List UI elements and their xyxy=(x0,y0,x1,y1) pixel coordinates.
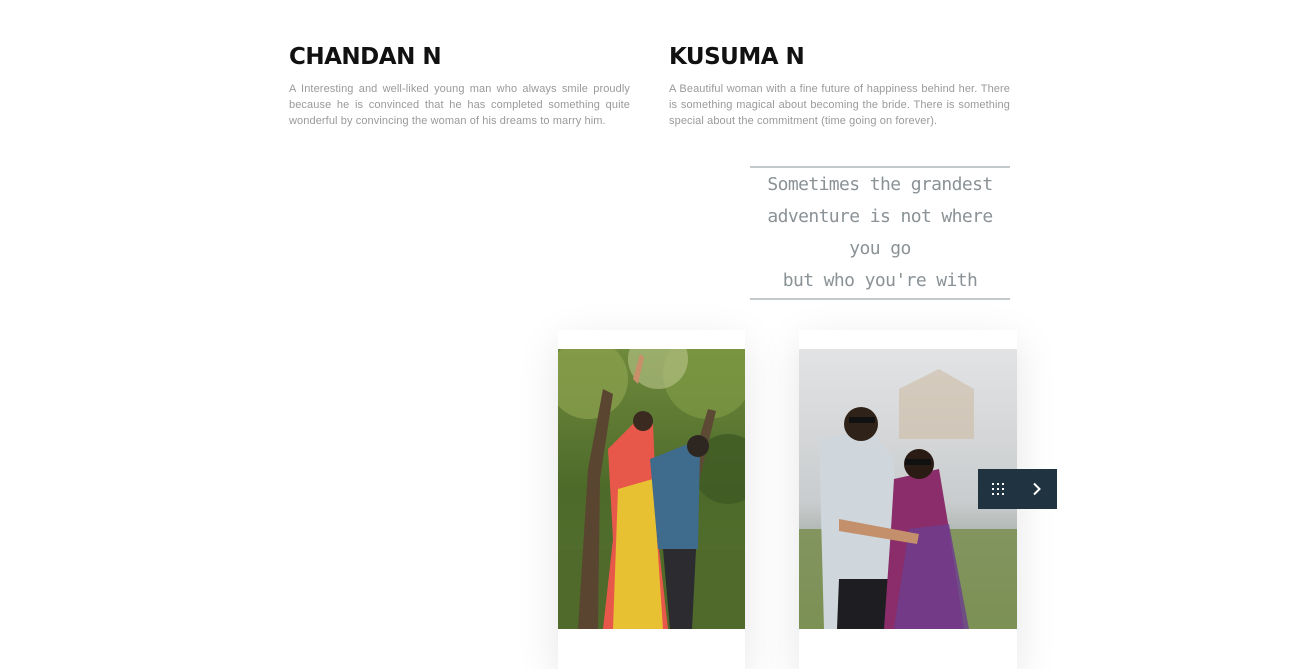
couple-photo-garden-image xyxy=(558,349,745,629)
gallery-next-button[interactable] xyxy=(1017,469,1056,509)
bride-description: A Beautiful woman with a fine future of … xyxy=(669,83,1010,127)
quote-block: Sometimes the grandest adventure is not … xyxy=(750,166,1010,300)
gallery-grid-button[interactable] xyxy=(978,469,1017,509)
gallery-card-1[interactable] xyxy=(558,330,745,669)
couple-photo-garden[interactable] xyxy=(558,349,745,629)
groom-name: CHANDAN N xyxy=(289,44,442,70)
quote-line-2: adventure is not where you go xyxy=(767,206,993,259)
bride-bio: KUSUMA N A Beautiful woman with a fine f… xyxy=(669,42,1010,129)
page: CHANDAN N A Interesting and well-liked y… xyxy=(0,0,1299,669)
grid-icon xyxy=(991,483,1004,495)
groom-bio: CHANDAN N A Interesting and well-liked y… xyxy=(289,42,630,129)
chevron-right-icon xyxy=(1032,482,1041,496)
quote-line-3: but who you're with xyxy=(782,270,978,291)
quote-line-1: Sometimes the grandest xyxy=(767,174,993,195)
bride-name: KUSUMA N xyxy=(669,44,805,70)
gallery-nav xyxy=(978,469,1057,509)
groom-description: A Interesting and well-liked young man w… xyxy=(289,83,630,127)
